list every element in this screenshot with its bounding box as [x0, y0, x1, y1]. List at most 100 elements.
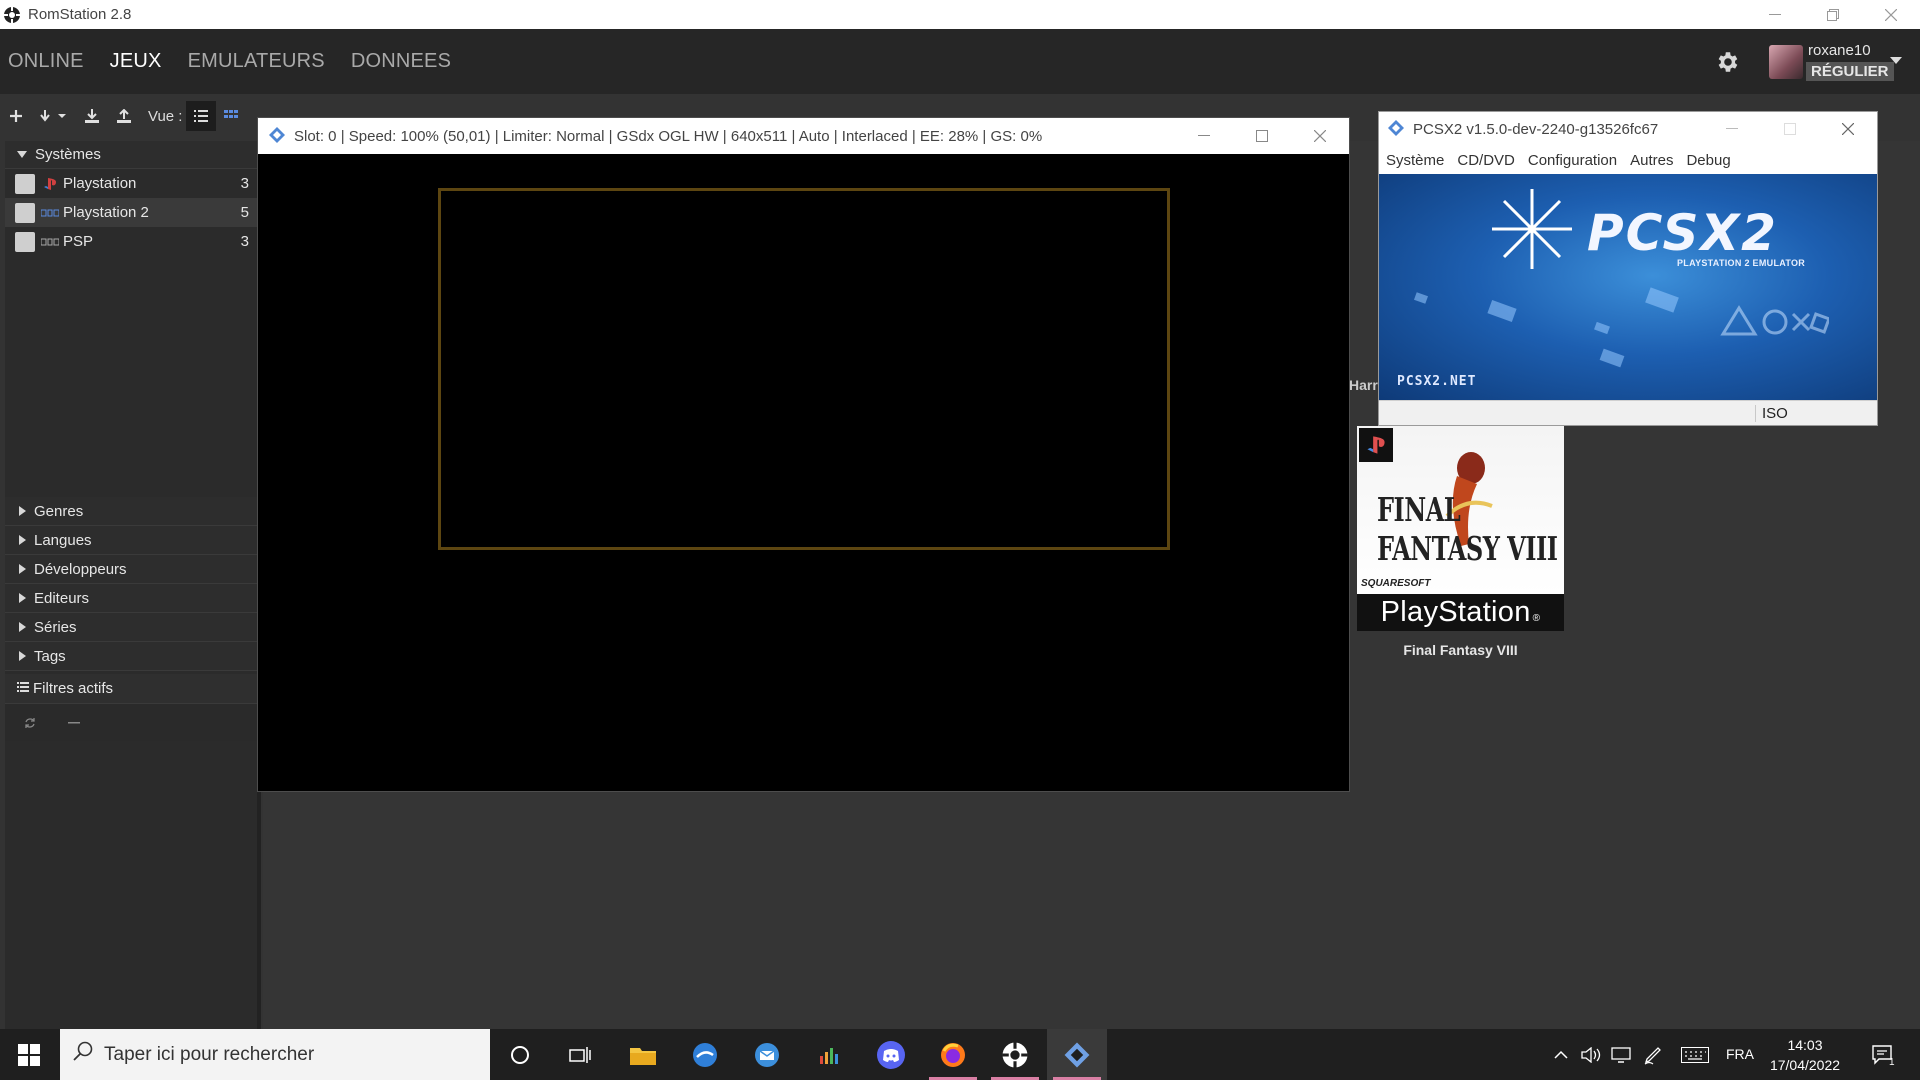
system-count: 3 — [240, 175, 249, 192]
network-icon[interactable] — [1608, 1029, 1634, 1080]
romstation-logo-icon — [2, 5, 22, 25]
window-title: RomStation 2.8 — [28, 6, 132, 23]
minimize-button[interactable] — [1746, 0, 1804, 29]
game-cover-final-fantasy-viii[interactable]: FINAL FANTASY VIII SQUARESOFT PlayStatio… — [1357, 426, 1564, 631]
user-role-badge: RÉGULIER — [1806, 62, 1894, 81]
import-icon[interactable] — [76, 101, 108, 131]
notification-count-icon: 1 — [1889, 1057, 1895, 1068]
avatar[interactable] — [1769, 45, 1803, 79]
tab-donnees[interactable]: DONNEES — [351, 50, 451, 73]
ps-symbols-icon — [1720, 305, 1829, 336]
collapsed-arrow-icon — [19, 506, 26, 516]
taskbar-search-box[interactable]: Taper ici pour rechercher — [60, 1029, 490, 1080]
gear-icon[interactable] — [1714, 49, 1740, 75]
section-label: Développeurs — [34, 560, 127, 578]
menu-configuration[interactable]: Configuration — [1528, 152, 1617, 169]
refresh-icon[interactable] — [11, 708, 49, 738]
tab-emulateurs[interactable]: EMULATEURS — [188, 50, 325, 73]
tab-online[interactable]: ONLINE — [8, 50, 84, 73]
system-item-playstation-2[interactable]: Playstation 2 5 — [5, 198, 257, 227]
section-label: Tags — [34, 647, 66, 665]
search-icon — [72, 1041, 94, 1068]
thunderbird-icon[interactable] — [675, 1029, 735, 1080]
pcsx2-statusbar: ISO — [1379, 400, 1877, 425]
cover-brand: PlayStation — [1380, 596, 1531, 628]
systems-section-header[interactable]: Systèmes — [5, 141, 257, 169]
section-developpeurs[interactable]: Développeurs — [5, 555, 257, 584]
system-count: 3 — [240, 233, 249, 250]
romstation-taskbar-icon[interactable] — [985, 1029, 1045, 1080]
discord-icon[interactable] — [861, 1029, 921, 1080]
show-hidden-icons-chevron-icon[interactable] — [1550, 1029, 1572, 1080]
menu-debug[interactable]: Debug — [1686, 152, 1730, 169]
close-button[interactable] — [1291, 118, 1349, 154]
menu-systeme[interactable]: Système — [1386, 152, 1444, 169]
pcsx2-logo: PCSX2 — [1587, 204, 1778, 262]
minimize-button[interactable] — [1175, 118, 1233, 154]
section-editeurs[interactable]: Editeurs — [5, 584, 257, 613]
system-checkbox[interactable] — [15, 231, 35, 252]
gs-render-window[interactable]: Slot: 0 | Speed: 100% (50,01) | Limiter:… — [257, 117, 1350, 792]
system-checkbox[interactable] — [15, 173, 35, 194]
file-explorer-icon[interactable] — [613, 1029, 673, 1080]
taskbar-clock[interactable]: 14:03 17/04/2022 — [1766, 1035, 1844, 1075]
menu-autres[interactable]: Autres — [1630, 152, 1673, 169]
system-item-playstation[interactable]: Playstation 3 — [5, 169, 257, 198]
pcsx2-menubar: Système CD/DVD Configuration Autres Debu… — [1379, 146, 1877, 174]
notifications-icon[interactable] — [1862, 1029, 1902, 1080]
close-button[interactable] — [1862, 0, 1920, 29]
gs-window-title: Slot: 0 | Speed: 100% (50,01) | Limiter:… — [294, 127, 1043, 145]
system-checkbox[interactable] — [15, 202, 35, 223]
maximize-button[interactable] — [1761, 112, 1819, 146]
pcsx2-icon — [1387, 119, 1407, 139]
maximize-button[interactable] — [1233, 118, 1291, 154]
collapsed-arrow-icon — [19, 651, 26, 661]
restore-button[interactable] — [1804, 0, 1862, 29]
pcsx2-subtitle: PLAYSTATION 2 EMULATOR — [1677, 258, 1806, 268]
cover-publisher: SQUARESOFT — [1361, 578, 1431, 589]
audio-app-icon[interactable] — [799, 1029, 859, 1080]
mail-app-icon[interactable] — [737, 1029, 797, 1080]
system-name: Playstation — [63, 175, 137, 192]
username[interactable]: roxane10 — [1808, 42, 1871, 59]
minimize-button[interactable] — [1703, 112, 1761, 146]
cortana-icon[interactable] — [490, 1029, 550, 1080]
psp-logo-icon — [41, 235, 59, 249]
pen-icon[interactable] — [1640, 1029, 1666, 1080]
systems-header-label: Systèmes — [35, 146, 101, 163]
add-icon[interactable] — [0, 101, 32, 131]
input-language[interactable]: FRA — [1726, 1046, 1754, 1062]
export-icon[interactable] — [108, 101, 140, 131]
user-menu-caret-icon[interactable] — [1890, 57, 1902, 64]
firefox-icon[interactable] — [923, 1029, 983, 1080]
pcsx2-taskbar-icon[interactable] — [1047, 1029, 1107, 1080]
romstation-titlebar: RomStation 2.8 — [0, 0, 1920, 29]
main-nav: ONLINE JEUX EMULATEURS DONNEES roxane10 … — [0, 29, 1920, 94]
partial-game-title[interactable]: Harr — [1349, 377, 1378, 393]
remove-filter-icon[interactable] — [55, 708, 93, 738]
section-tags[interactable]: Tags — [5, 642, 257, 671]
grid-view-icon[interactable] — [216, 101, 246, 131]
section-langues[interactable]: Langues — [5, 526, 257, 555]
section-label: Genres — [34, 502, 84, 520]
keyboard-icon[interactable] — [1678, 1029, 1712, 1080]
game-title[interactable]: Final Fantasy VIII — [1357, 642, 1564, 658]
system-item-psp[interactable]: PSP 3 — [5, 227, 257, 256]
menu-cd-dvd[interactable]: CD/DVD — [1457, 152, 1515, 169]
windows-start-icon[interactable] — [0, 1029, 58, 1080]
view-label: Vue : — [148, 107, 183, 125]
tab-jeux[interactable]: JEUX — [110, 50, 162, 73]
download-dropdown-icon[interactable] — [32, 101, 76, 131]
collapsed-arrow-icon — [19, 535, 26, 545]
section-genres[interactable]: Genres — [5, 497, 257, 526]
volume-icon[interactable] — [1578, 1029, 1604, 1080]
active-filters-label: Filtres actifs — [33, 680, 114, 697]
games-toolbar: Vue : — [0, 94, 290, 138]
list-view-icon[interactable] — [186, 101, 217, 131]
pcsx2-main-window[interactable]: PCSX2 v1.5.0-dev-2240-g13526fc67 Système… — [1378, 111, 1878, 426]
section-series[interactable]: Séries — [5, 613, 257, 642]
collapsed-arrow-icon — [19, 593, 26, 603]
close-button[interactable] — [1819, 112, 1877, 146]
task-view-icon[interactable] — [550, 1029, 610, 1080]
list-icon — [17, 680, 29, 697]
